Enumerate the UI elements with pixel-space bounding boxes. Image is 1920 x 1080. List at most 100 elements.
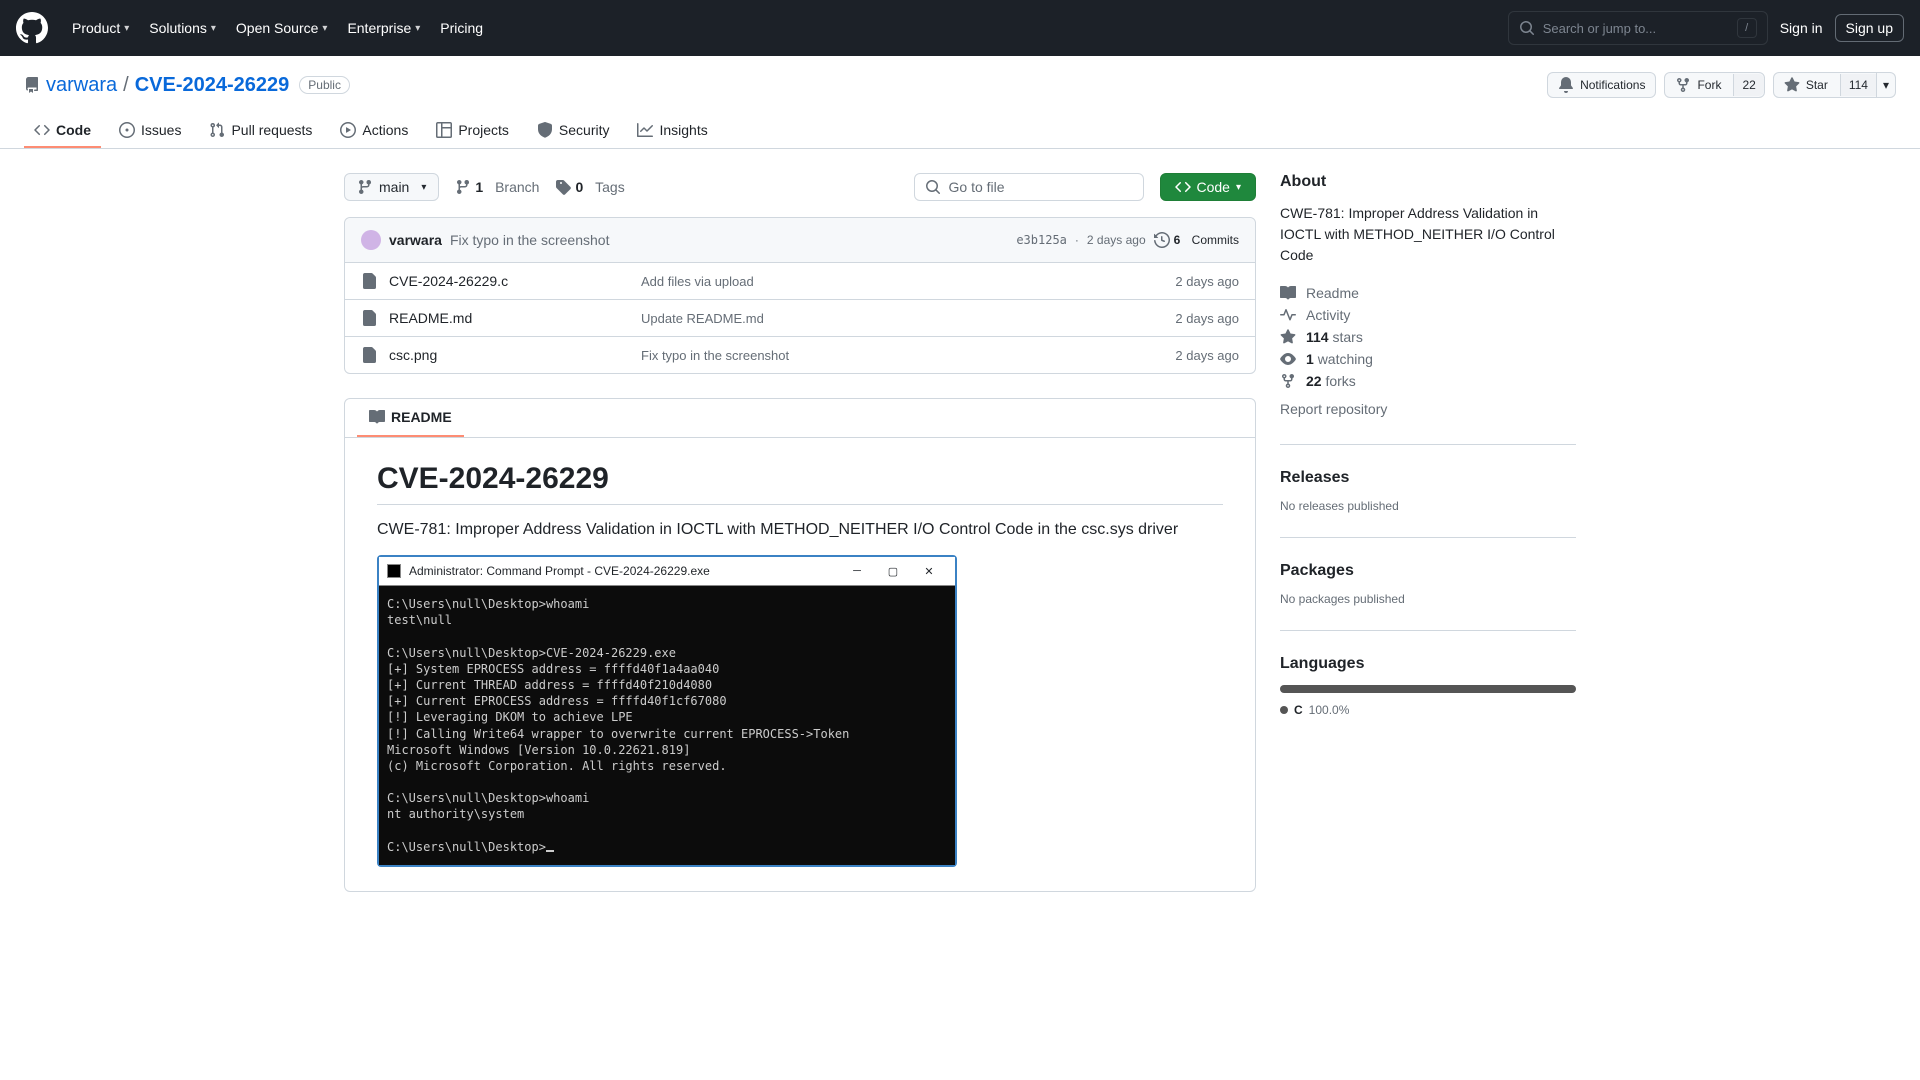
tab-pulls[interactable]: Pull requests <box>199 114 322 148</box>
readme-title: CVE-2024-26229 <box>377 462 1223 505</box>
stars-link[interactable]: 114 stars <box>1280 326 1576 348</box>
repo-slash: / <box>123 74 129 97</box>
nav-solutions[interactable]: Solutions▾ <box>141 14 224 42</box>
commit-time: 2 days ago <box>1087 233 1146 247</box>
bell-icon <box>1558 77 1574 93</box>
file-name[interactable]: csc.png <box>389 347 629 363</box>
latest-commit: varwara Fix typo in the screenshot e3b12… <box>345 218 1255 263</box>
signup-button[interactable]: Sign up <box>1835 14 1904 42</box>
star-icon <box>1280 329 1296 345</box>
code-icon <box>34 122 50 138</box>
signin-link[interactable]: Sign in <box>1780 20 1823 36</box>
tag-icon <box>555 179 571 195</box>
branches-link[interactable]: 1 Branch <box>455 179 539 195</box>
avatar[interactable] <box>361 230 381 250</box>
file-time: 2 days ago <box>1175 348 1239 363</box>
language-item[interactable]: C 100.0% <box>1280 703 1576 717</box>
file-commit-msg[interactable]: Add files via upload <box>641 274 1163 289</box>
readme-link[interactable]: Readme <box>1280 282 1576 304</box>
commit-author[interactable]: varwara <box>389 232 442 248</box>
fork-icon <box>1675 77 1691 93</box>
book-icon <box>369 409 385 425</box>
pulse-icon <box>1280 307 1296 323</box>
languages-title: Languages <box>1280 655 1576 673</box>
tab-insights[interactable]: Insights <box>627 114 717 148</box>
tab-issues[interactable]: Issues <box>109 114 191 148</box>
tab-security[interactable]: Security <box>527 114 620 148</box>
file-name[interactable]: README.md <box>389 310 629 326</box>
chevron-down-icon: ▾ <box>415 23 420 34</box>
file-time: 2 days ago <box>1175 311 1239 326</box>
commit-sha[interactable]: e3b125a <box>1016 233 1067 247</box>
readme-box: README CVE-2024-26229 CWE-781: Improper … <box>344 398 1256 892</box>
minimize-icon: ─ <box>839 561 875 581</box>
repo-name-link[interactable]: CVE-2024-26229 <box>135 74 290 97</box>
pull-icon <box>209 122 225 138</box>
branch-selector[interactable]: main ▾ <box>344 173 439 201</box>
file-commit-msg[interactable]: Fix typo in the screenshot <box>641 348 1163 363</box>
search-icon <box>925 179 941 195</box>
chevron-down-icon: ▾ <box>211 23 216 34</box>
report-link[interactable]: Report repository <box>1280 398 1576 420</box>
repo-icon <box>24 77 40 93</box>
commits-link[interactable]: 6 Commits <box>1154 232 1239 248</box>
slash-shortcut: / <box>1737 18 1757 38</box>
cmd-output: C:\Users\null\Desktop>whoami test\null C… <box>379 586 955 865</box>
watching-link[interactable]: 1 watching <box>1280 348 1576 370</box>
readme-intro: CWE-781: Improper Address Validation in … <box>377 521 1223 539</box>
packages-none: No packages published <box>1280 592 1576 606</box>
language-dot <box>1280 706 1288 714</box>
repo-description: CWE-781: Improper Address Validation in … <box>1280 203 1576 266</box>
search-input[interactable] <box>1543 21 1729 36</box>
go-to-file[interactable] <box>914 173 1144 201</box>
fork-count: 22 <box>1733 74 1763 96</box>
star-more-button[interactable]: ▾ <box>1877 72 1896 98</box>
repo-nav: Code Issues Pull requests Actions Projec… <box>24 114 1896 148</box>
tab-projects[interactable]: Projects <box>426 114 519 148</box>
packages-title[interactable]: Packages <box>1280 562 1576 580</box>
readme-tab[interactable]: README <box>357 399 464 437</box>
file-list: varwara Fix typo in the screenshot e3b12… <box>344 217 1256 374</box>
cmd-icon <box>387 564 401 578</box>
chevron-down-icon: ▾ <box>421 182 426 193</box>
maximize-icon: ▢ <box>875 561 911 581</box>
repo-owner-link[interactable]: varwara <box>46 74 117 97</box>
main-nav: Product▾ Solutions▾ Open Source▾ Enterpr… <box>64 14 491 42</box>
global-header: Product▾ Solutions▾ Open Source▾ Enterpr… <box>0 0 1920 56</box>
commit-message[interactable]: Fix typo in the screenshot <box>450 232 610 248</box>
forks-link[interactable]: 22 forks <box>1280 370 1576 392</box>
book-icon <box>1280 285 1296 301</box>
nav-opensource[interactable]: Open Source▾ <box>228 14 336 42</box>
notifications-button[interactable]: Notifications <box>1547 72 1656 98</box>
search-box[interactable]: / <box>1508 11 1768 45</box>
chevron-down-icon: ▾ <box>1236 182 1241 193</box>
fork-button[interactable]: Fork 22 <box>1664 72 1764 98</box>
file-commit-msg[interactable]: Update README.md <box>641 311 1163 326</box>
star-button[interactable]: Star 114 <box>1773 72 1877 98</box>
readme-content: CVE-2024-26229 CWE-781: Improper Address… <box>345 438 1255 891</box>
branch-icon <box>357 179 373 195</box>
nav-product[interactable]: Product▾ <box>64 14 137 42</box>
activity-link[interactable]: Activity <box>1280 304 1576 326</box>
cmd-title-text: Administrator: Command Prompt - CVE-2024… <box>409 564 710 578</box>
fork-icon <box>1280 373 1296 389</box>
table-row: CVE-2024-26229.c Add files via upload 2 … <box>345 263 1255 300</box>
github-logo[interactable] <box>16 12 48 44</box>
shield-icon <box>537 122 553 138</box>
visibility-badge: Public <box>299 76 350 94</box>
tab-code[interactable]: Code <box>24 114 101 148</box>
eye-icon <box>1280 351 1296 367</box>
go-to-file-input[interactable] <box>949 179 1133 195</box>
star-icon <box>1784 77 1800 93</box>
search-icon <box>1519 20 1535 36</box>
tags-link[interactable]: 0 Tags <box>555 179 624 195</box>
nav-pricing[interactable]: Pricing <box>432 14 491 42</box>
releases-title[interactable]: Releases <box>1280 469 1576 487</box>
releases-none: No releases published <box>1280 499 1576 513</box>
code-button[interactable]: Code ▾ <box>1160 173 1257 201</box>
nav-enterprise[interactable]: Enterprise▾ <box>339 14 428 42</box>
file-name[interactable]: CVE-2024-26229.c <box>389 273 629 289</box>
file-icon <box>361 273 377 289</box>
sidebar: About CWE-781: Improper Address Validati… <box>1280 173 1576 892</box>
tab-actions[interactable]: Actions <box>330 114 418 148</box>
